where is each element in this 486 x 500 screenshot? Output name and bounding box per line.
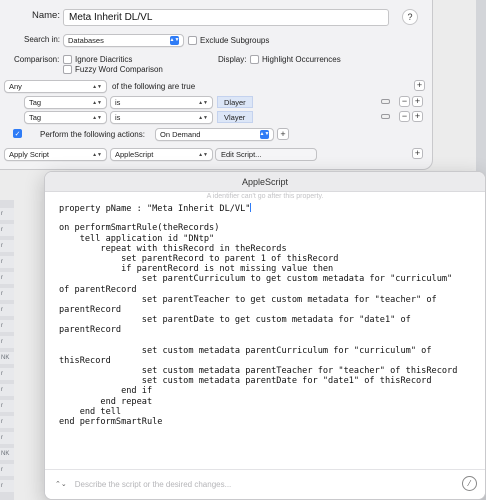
list-item[interactable]: r <box>0 336 14 348</box>
remove-criterion-button[interactable]: − <box>399 96 410 107</box>
code-line: end repeat <box>59 396 153 407</box>
list-item[interactable]: r <box>0 416 14 428</box>
any-popup[interactable]: Any ▲▼ <box>4 80 107 93</box>
popup-arrows-icon: ▲▼ <box>259 130 270 139</box>
code-line: parentRecord <box>59 304 122 315</box>
code-line: set parentRecord to parent 1 of thisReco… <box>59 253 339 264</box>
add-criterion-button[interactable]: + <box>412 111 423 122</box>
code-line: set parentTeacher to get custom metadata… <box>59 294 437 305</box>
code-line: property pName : "Meta Inherit DL/VL" <box>59 203 252 214</box>
applescript-window: AppleScript A identifier can't go after … <box>44 171 486 500</box>
prompt-bar: ⌃⌄ Describe the script or the desired ch… <box>45 469 485 499</box>
exclude-subgroups-checkbox[interactable] <box>188 36 197 45</box>
ignore-diacritics-checkbox[interactable] <box>63 55 72 64</box>
perform-popup[interactable]: On Demand ▲▼ <box>155 128 274 141</box>
code-line: set custom metadata parentDate for "date… <box>59 376 432 387</box>
list-item[interactable]: r <box>0 464 14 476</box>
add-criterion-button[interactable]: + <box>412 96 423 107</box>
updown-icon: ▲▼ <box>92 83 102 90</box>
updown-icon: ▲▼ <box>92 114 102 121</box>
code-line: if parentRecord is not missing value the… <box>59 264 334 275</box>
highlight-occurrences-checkbox[interactable] <box>250 55 259 64</box>
list-item[interactable]: r <box>0 304 14 316</box>
window-title: AppleScript <box>241 176 289 187</box>
code-line: end tell <box>59 406 122 417</box>
search-in-label: Search in: <box>24 35 61 44</box>
any-suffix: of the following are true <box>112 82 196 91</box>
search-in-popup[interactable]: Databases ▲▼ <box>63 34 184 47</box>
name-field[interactable]: Meta Inherit DL/VL <box>63 9 389 26</box>
text-caret <box>250 203 252 212</box>
criterion-options-icon[interactable] <box>381 114 390 119</box>
code-line: thisRecord <box>59 355 111 366</box>
prompt-placeholder: Describe the script or the desired chang… <box>74 479 232 489</box>
criterion-field-popup[interactable]: Tag ▲▼ <box>24 111 107 124</box>
add-action-button[interactable]: + <box>412 148 423 159</box>
identifier-hint: A identifier can't go after this propert… <box>206 193 324 200</box>
updown-chevron-icon[interactable]: ⌃⌄ <box>55 480 67 488</box>
magic-wand-icon[interactable]: ⁄ <box>462 476 477 491</box>
name-value: Meta Inherit DL/VL <box>69 12 153 23</box>
smart-rule-sheet: Name: Meta Inherit DL/VL ? Search in: Da… <box>0 0 433 170</box>
code-line: set parentDate to get custom metadata fo… <box>59 315 411 326</box>
code-line: set parentCurriculum to get custom metad… <box>59 274 453 285</box>
code-line: set custom metadata parentCurriculum for… <box>59 345 432 356</box>
list-item[interactable]: NK <box>0 352 14 364</box>
add-perform-button[interactable]: + <box>277 128 289 140</box>
display-label: Display: <box>218 55 247 64</box>
list-item[interactable]: r <box>0 480 14 492</box>
script-editor[interactable]: property pName : "Meta Inherit DL/VL" on … <box>59 203 477 427</box>
list-item[interactable]: r <box>0 240 14 252</box>
code-line: of parentRecord <box>59 284 137 295</box>
action-popup[interactable]: Apply Script ▲▼ <box>4 148 107 161</box>
list-item[interactable]: r <box>0 368 14 380</box>
background-record-list: r r r r r r r r r NK r r r r r NK r r <box>0 200 14 500</box>
updown-icon: ▲▼ <box>92 99 102 106</box>
fuzzy-word-checkbox[interactable] <box>63 65 72 74</box>
criterion-value-token[interactable]: Dlayer <box>217 96 253 108</box>
code-line: set custom metadata parentTeacher for "t… <box>59 366 458 376</box>
perform-actions-checkbox[interactable]: ✓ <box>13 129 22 138</box>
list-item[interactable]: r <box>0 432 14 444</box>
list-item[interactable]: r <box>0 400 14 412</box>
updown-icon: ▲▼ <box>92 151 102 158</box>
list-item[interactable]: r <box>0 288 14 300</box>
criterion-options-icon[interactable] <box>381 99 390 104</box>
updown-icon: ▲▼ <box>198 99 208 106</box>
script-type-popup[interactable]: AppleScript ▲▼ <box>110 148 213 161</box>
remove-criterion-button[interactable]: − <box>399 111 410 122</box>
code-line: tell application id "DNtp" <box>59 233 215 244</box>
edit-script-button[interactable]: Edit Script... <box>215 148 317 161</box>
criterion-operator-popup[interactable]: is ▲▼ <box>110 111 213 124</box>
criterion-field-popup[interactable]: Tag ▲▼ <box>24 96 107 109</box>
list-item[interactable]: r <box>0 256 14 268</box>
code-line: end if <box>59 386 153 397</box>
perform-label: Perform the following actions: <box>40 130 145 139</box>
popup-arrows-icon: ▲▼ <box>169 36 180 45</box>
updown-icon: ▲▼ <box>198 151 208 158</box>
code-line: on performSmartRule(theRecords) <box>59 223 220 234</box>
list-item[interactable]: r <box>0 208 14 220</box>
criterion-operator-popup[interactable]: is ▲▼ <box>110 96 213 109</box>
help-button[interactable]: ? <box>402 9 418 25</box>
list-item[interactable]: r <box>0 384 14 396</box>
list-item[interactable]: r <box>0 320 14 332</box>
name-label: Name: <box>32 10 60 21</box>
window-titlebar[interactable]: AppleScript <box>45 172 485 192</box>
comparison-label: Comparison: <box>14 55 60 64</box>
code-line: repeat with thisRecord in theRecords <box>59 243 287 254</box>
prompt-input[interactable]: ⌃⌄ Describe the script or the desired ch… <box>55 476 455 492</box>
list-item[interactable]: r <box>0 272 14 284</box>
list-item[interactable]: NK <box>0 448 14 460</box>
add-criterion-button[interactable]: + <box>414 80 425 91</box>
code-line: end performSmartRule <box>59 416 163 427</box>
list-item[interactable]: r <box>0 224 14 236</box>
updown-icon: ▲▼ <box>198 114 208 121</box>
criterion-value-token[interactable]: Vlayer <box>217 111 253 123</box>
exclude-subgroups-label: Exclude Subgroups <box>200 36 270 45</box>
code-line: parentRecord <box>59 325 122 336</box>
